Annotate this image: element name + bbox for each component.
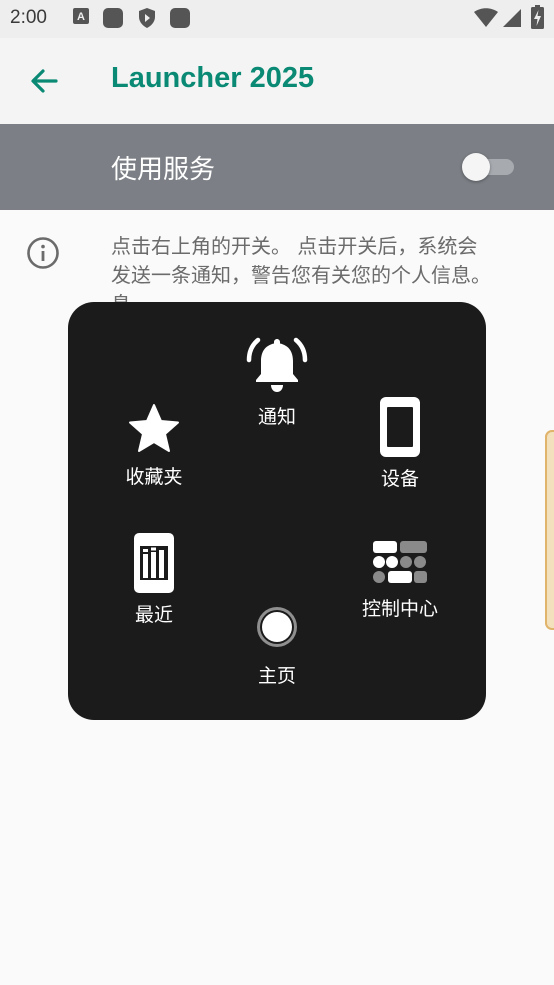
panel-item-label: 最近 (134, 604, 173, 626)
battery-charging-icon (531, 5, 544, 29)
control-center-icon (373, 541, 427, 583)
app-bar: Launcher 2025 (0, 38, 554, 124)
panel-item-label: 通知 (257, 406, 296, 428)
status-time: 2:00 (10, 7, 47, 28)
home-circle-icon (257, 607, 297, 647)
panel-item-favorites[interactable]: 收藏夹 (94, 402, 214, 489)
service-toggle[interactable] (462, 153, 514, 181)
phone-device-icon (380, 397, 420, 457)
info-icon (27, 237, 59, 269)
back-button[interactable] (24, 62, 64, 102)
app-notification-icon (170, 8, 190, 28)
panel-item-recent[interactable]: 最近 (94, 532, 214, 627)
wifi-icon (474, 8, 498, 27)
panel-item-label: 收藏夹 (125, 466, 183, 488)
shield-icon (139, 8, 155, 28)
star-icon (129, 404, 179, 452)
page-title: Launcher 2025 (111, 62, 315, 94)
edge-handle[interactable] (545, 430, 554, 630)
signal-icon (503, 9, 521, 27)
service-label: 使用服务 (111, 155, 216, 185)
toggle-thumb (462, 153, 490, 181)
recent-apps-icon (134, 533, 174, 593)
app-notification-icon (103, 8, 123, 28)
panel-item-notifications[interactable]: 通知 (217, 334, 337, 429)
panel-item-device[interactable]: 设备 (340, 396, 460, 491)
text-notification-icon: A (73, 8, 89, 24)
panel-item-control-center[interactable]: 控制中心 (340, 538, 460, 621)
panel-item-home[interactable]: 主页 (217, 605, 337, 688)
assistive-panel: 通知 收藏夹 设备 最近 控制中心 主页 (68, 302, 486, 720)
panel-item-label: 控制中心 (361, 598, 438, 620)
bell-icon (246, 337, 308, 392)
panel-item-label: 主页 (257, 665, 296, 687)
arrow-left-icon (31, 69, 58, 93)
service-row[interactable]: 使用服务 (0, 124, 554, 210)
panel-item-label: 设备 (380, 468, 419, 490)
screen: 2:00 A Launcher 2025 使用服务 点击右上角的开关。 点击开关… (0, 0, 554, 985)
status-bar: 2:00 A (0, 0, 554, 38)
svg-text:A: A (77, 11, 85, 23)
